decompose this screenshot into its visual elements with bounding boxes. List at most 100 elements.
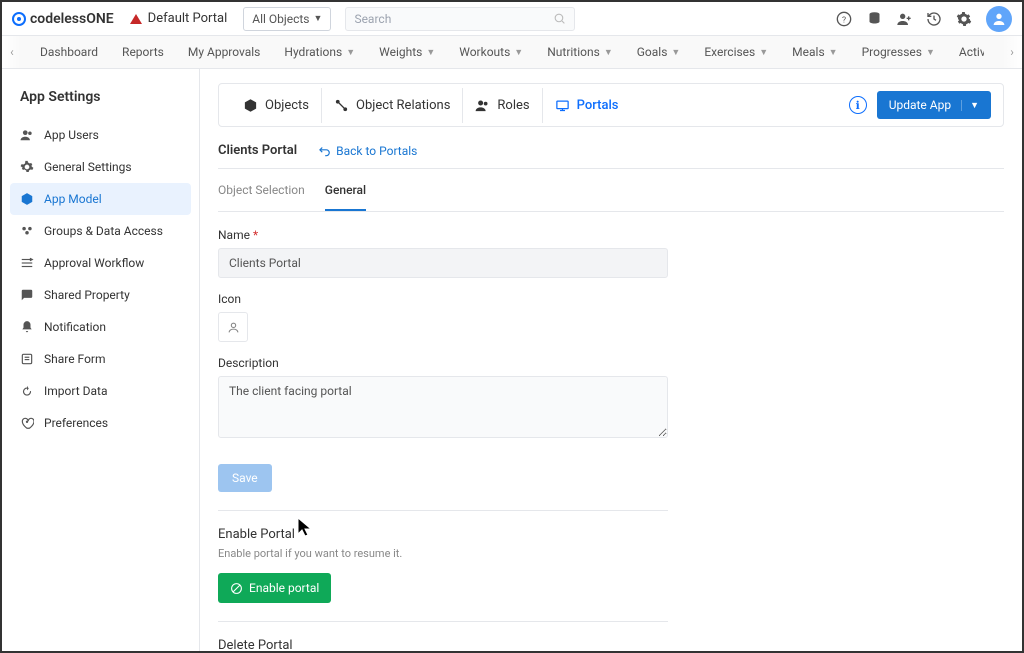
- topbar: codelessONE Default Portal All Objects ▼…: [2, 2, 1022, 36]
- object-filter[interactable]: All Objects ▼: [243, 7, 331, 31]
- nav-item-exercises[interactable]: Exercises▼: [704, 45, 768, 59]
- update-app-button[interactable]: Update App ▼: [877, 91, 991, 119]
- chevron-down-icon: ▼: [829, 47, 838, 58]
- sidebar-item-icon: [20, 256, 34, 270]
- nav-item-hydrations[interactable]: Hydrations▼: [284, 45, 355, 59]
- tab-icon: [334, 98, 349, 113]
- delete-title: Delete Portal: [218, 638, 668, 651]
- nav-item-workouts[interactable]: Workouts▼: [459, 45, 523, 59]
- gear-icon[interactable]: [956, 11, 972, 27]
- nav-item-reports[interactable]: Reports: [122, 45, 164, 59]
- sidebar-item-app-users[interactable]: App Users: [2, 119, 199, 151]
- subtabs: Object Selection General: [218, 171, 1004, 212]
- chevron-down-icon: ▼: [346, 47, 355, 58]
- portal-name: Default Portal: [148, 11, 228, 26]
- sidebar-item-approval-workflow[interactable]: Approval Workflow: [2, 247, 199, 279]
- tab-portals[interactable]: Portals: [543, 88, 631, 123]
- chevron-down-icon: ▼: [671, 47, 680, 58]
- sidebar-item-label: Preferences: [44, 416, 108, 430]
- update-app-label: Update App: [889, 98, 951, 112]
- chevron-down-icon: ▼: [926, 47, 935, 58]
- tab-label: Objects: [265, 98, 309, 113]
- sidebar-item-icon: [20, 320, 34, 334]
- tab-label: Roles: [497, 98, 529, 113]
- nav-item-my-approvals[interactable]: My Approvals: [188, 45, 261, 59]
- svg-text:?: ?: [842, 15, 846, 25]
- sidebar: App Settings App Users General Settings Ap…: [2, 69, 200, 651]
- sidebar-item-groups-data-access[interactable]: Groups & Data Access: [2, 215, 199, 247]
- sidebar-item-notification[interactable]: Notification: [2, 311, 199, 343]
- portal-icon: [130, 14, 142, 24]
- nav-scroll-left[interactable]: ›: [2, 36, 22, 68]
- main-panel: Objects Object Relations Roles Portals ℹ Up…: [200, 69, 1022, 651]
- sidebar-item-general-settings[interactable]: General Settings: [2, 151, 199, 183]
- sidebar-item-icon: [20, 384, 34, 398]
- sidebar-item-import-data[interactable]: Import Data: [2, 375, 199, 407]
- nav-item-nutritions[interactable]: Nutritions▼: [547, 45, 613, 59]
- sidebar-item-label: Shared Property: [44, 288, 130, 302]
- nav-item-goals[interactable]: Goals▼: [637, 45, 681, 59]
- sidebar-item-icon: [20, 192, 34, 206]
- nav-item-activities[interactable]: Activities▼: [959, 45, 984, 59]
- tabs-bar: Objects Object Relations Roles Portals ℹ Up…: [218, 83, 1004, 127]
- tab-roles[interactable]: Roles: [463, 88, 542, 123]
- breadcrumb: Clients Portal Back to Portals: [218, 127, 1004, 169]
- avatar[interactable]: [986, 6, 1012, 32]
- tab-object-relations[interactable]: Object Relations: [322, 88, 463, 123]
- content: App Settings App Users General Settings Ap…: [2, 69, 1022, 651]
- description-input[interactable]: [218, 376, 668, 438]
- topbar-right: ?: [836, 6, 1012, 32]
- nav-item-dashboard[interactable]: Dashboard: [40, 45, 98, 59]
- sidebar-title: App Settings: [2, 89, 199, 119]
- no-symbol-icon: [230, 582, 243, 595]
- sidebar-item-label: App Users: [44, 128, 99, 142]
- sidebar-item-label: App Model: [44, 192, 102, 206]
- user-add-icon[interactable]: [896, 11, 912, 27]
- brand-name: codelessONE: [30, 11, 114, 27]
- tab-icon: [475, 98, 490, 113]
- enable-portal-button[interactable]: Enable portal: [218, 573, 331, 603]
- sidebar-item-preferences[interactable]: Preferences: [2, 407, 199, 439]
- back-to-portals[interactable]: Back to Portals: [317, 144, 417, 158]
- sidebar-item-icon: [20, 352, 34, 366]
- database-icon[interactable]: [866, 11, 882, 27]
- sidebar-item-label: Import Data: [44, 384, 108, 398]
- tab-label: Portals: [577, 98, 619, 113]
- nav-item-weights[interactable]: Weights▼: [379, 45, 435, 59]
- sidebar-item-icon: [20, 288, 34, 302]
- help-icon[interactable]: ?: [836, 11, 852, 27]
- search-input[interactable]: Search: [345, 7, 575, 31]
- sidebar-item-app-model[interactable]: App Model: [10, 183, 191, 215]
- nav-item-progresses[interactable]: Progresses▼: [862, 45, 935, 59]
- sidebar-item-label: General Settings: [44, 160, 132, 174]
- sidebar-item-label: Groups & Data Access: [44, 224, 163, 238]
- subtab-general[interactable]: General: [325, 171, 366, 211]
- save-button[interactable]: Save: [218, 464, 272, 492]
- sidebar-item-label: Share Form: [44, 352, 106, 366]
- navbar: › Dashboard Reports My Approvals Hydrations…: [2, 36, 1022, 69]
- person-icon: [227, 321, 240, 334]
- nav-item-meals[interactable]: Meals▼: [792, 45, 837, 59]
- delete-section: Delete Portal Delete the portal if you w…: [218, 621, 668, 651]
- sidebar-item-shared-property[interactable]: Shared Property: [2, 279, 199, 311]
- chevron-down-icon: ▼: [314, 13, 323, 24]
- portal-crumb: Clients Portal: [218, 143, 297, 158]
- chevron-down-icon: ▼: [961, 100, 979, 111]
- tab-icon: [243, 98, 258, 113]
- history-icon[interactable]: [926, 11, 942, 27]
- tab-objects[interactable]: Objects: [231, 88, 322, 123]
- search-placeholder: Search: [354, 12, 391, 26]
- icon-label: Icon: [218, 292, 668, 306]
- chevron-down-icon: ▼: [759, 47, 768, 58]
- subtab-object-selection[interactable]: Object Selection: [218, 171, 305, 211]
- nav-scroll-right[interactable]: ›: [1002, 36, 1022, 68]
- description-label: Description: [218, 356, 668, 370]
- enable-portal-label: Enable portal: [249, 581, 319, 595]
- object-filter-label: All Objects: [252, 12, 309, 26]
- name-input[interactable]: [218, 248, 668, 278]
- sidebar-item-icon: [20, 416, 34, 430]
- sidebar-item-share-form[interactable]: Share Form: [2, 343, 199, 375]
- icon-picker[interactable]: [218, 312, 248, 342]
- info-icon[interactable]: ℹ: [849, 96, 867, 114]
- brand-logo[interactable]: codelessONE: [12, 11, 114, 27]
